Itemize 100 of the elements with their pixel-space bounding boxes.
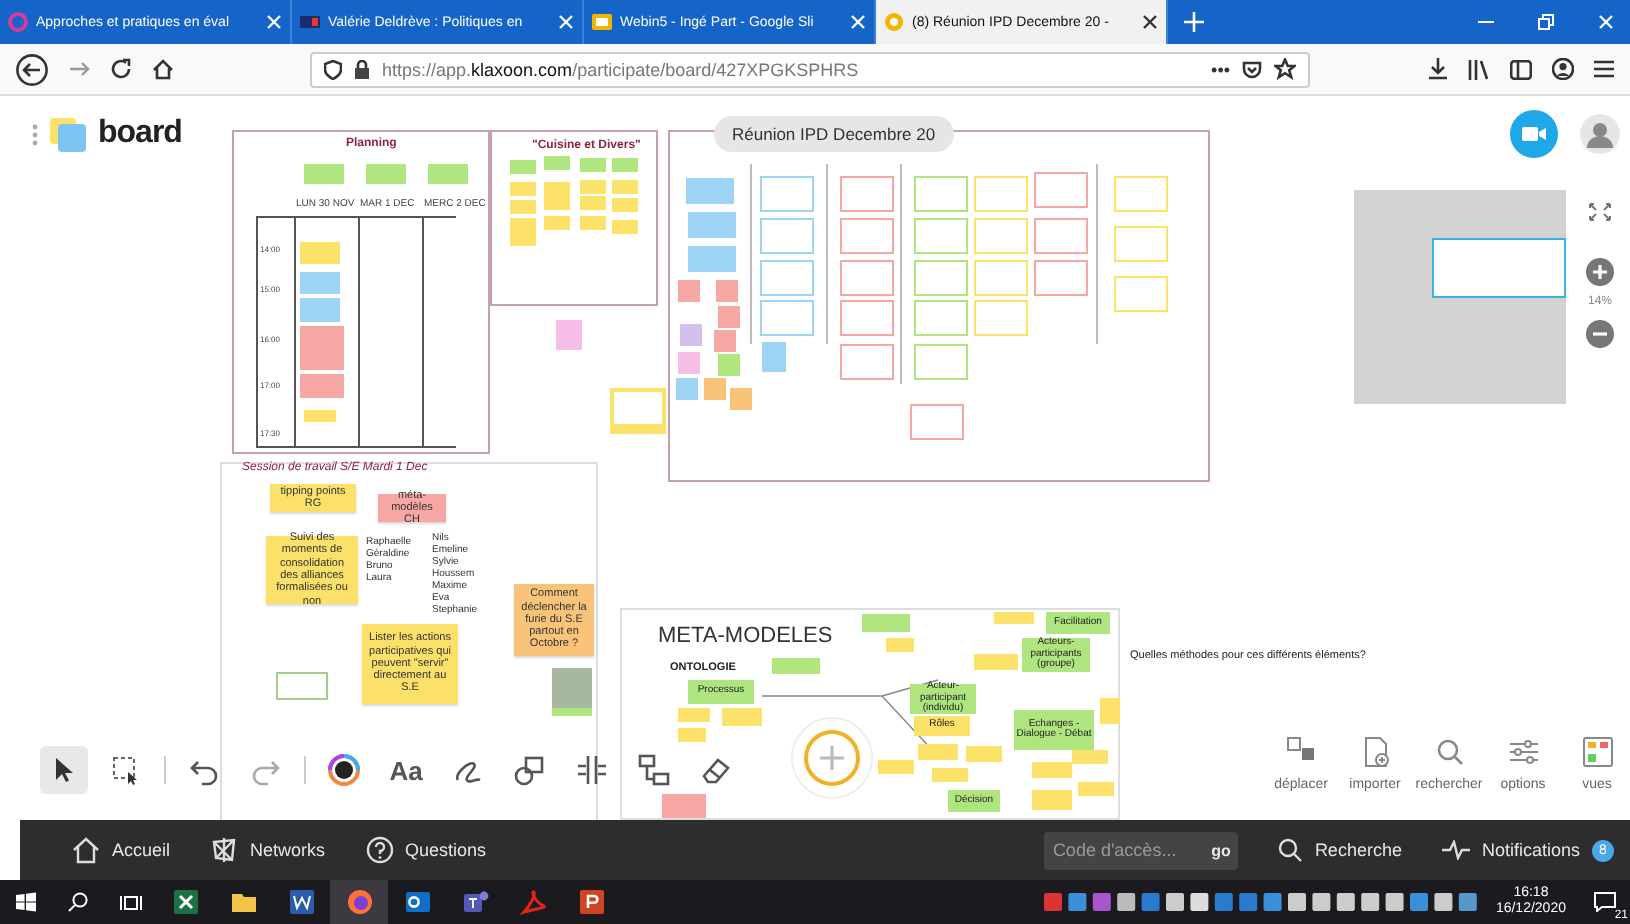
task-card[interactable] bbox=[914, 218, 968, 254]
task-card[interactable] bbox=[914, 300, 968, 336]
zoom-out-icon[interactable] bbox=[1586, 320, 1614, 348]
task-card[interactable] bbox=[840, 218, 894, 254]
task-card[interactable] bbox=[914, 176, 968, 212]
sticky-note[interactable] bbox=[580, 216, 606, 230]
sticky-note[interactable] bbox=[1100, 698, 1120, 724]
sticky-note[interactable] bbox=[994, 612, 1034, 624]
board-title[interactable]: Réunion IPD Decembre 20 bbox=[714, 116, 954, 152]
sticky-note[interactable] bbox=[510, 160, 536, 174]
address-bar[interactable]: https://app.klaxoon.com/participate/board/427XPGKSPHRS ••• bbox=[310, 51, 1310, 87]
sticky-note[interactable] bbox=[722, 708, 762, 726]
card-stack[interactable] bbox=[610, 388, 666, 434]
nav-link[interactable]: Questions bbox=[365, 836, 487, 864]
sticky-note[interactable] bbox=[688, 212, 736, 238]
sticky-note[interactable] bbox=[704, 378, 726, 400]
nav-link[interactable]: Networks bbox=[210, 836, 326, 864]
sticky-note[interactable] bbox=[718, 354, 740, 376]
sticky-note[interactable] bbox=[366, 164, 406, 184]
zoom-in-icon[interactable] bbox=[1586, 258, 1614, 286]
cursor-tool[interactable] bbox=[40, 746, 88, 794]
sticky-note[interactable] bbox=[510, 182, 536, 196]
pocket-icon[interactable] bbox=[1242, 59, 1262, 79]
sticky-note[interactable] bbox=[556, 320, 582, 350]
forward-icon[interactable] bbox=[68, 58, 90, 80]
sticky-note[interactable] bbox=[678, 352, 700, 374]
sticky-note[interactable] bbox=[966, 746, 1002, 762]
sticky-note[interactable] bbox=[300, 374, 344, 398]
sticky-note[interactable] bbox=[762, 342, 786, 372]
sticky-note[interactable] bbox=[886, 638, 914, 652]
sticky-note[interactable] bbox=[678, 728, 706, 742]
sticky-note[interactable] bbox=[678, 708, 710, 722]
task-card[interactable] bbox=[1034, 172, 1088, 208]
task-card[interactable] bbox=[1034, 260, 1088, 296]
sticky-note[interactable] bbox=[730, 388, 752, 410]
sticky-note[interactable] bbox=[304, 164, 344, 184]
download-icon[interactable] bbox=[1428, 58, 1448, 80]
sticky-note[interactable] bbox=[1078, 782, 1114, 796]
library-icon[interactable] bbox=[1468, 59, 1490, 79]
empty-note[interactable] bbox=[276, 672, 328, 700]
task-card[interactable] bbox=[974, 300, 1028, 336]
task-card[interactable] bbox=[760, 260, 814, 296]
search-link[interactable]: Recherche bbox=[1278, 838, 1402, 862]
task-card[interactable] bbox=[840, 260, 894, 296]
account-icon[interactable] bbox=[1552, 58, 1574, 80]
sticky-note[interactable] bbox=[304, 410, 336, 422]
sticky-note[interactable] bbox=[544, 216, 570, 230]
task-card[interactable] bbox=[760, 218, 814, 254]
sticky-note[interactable] bbox=[510, 232, 536, 246]
task-card[interactable] bbox=[1114, 276, 1168, 312]
sticky-note[interactable] bbox=[862, 614, 910, 632]
sticky-note[interactable] bbox=[300, 298, 340, 322]
access-code-field[interactable]: Code d'accès... go bbox=[1044, 831, 1239, 869]
sticky-note[interactable] bbox=[510, 200, 536, 214]
sticky-note[interactable] bbox=[1032, 790, 1072, 810]
sticky-note[interactable] bbox=[688, 246, 736, 272]
sticky-note[interactable] bbox=[544, 182, 570, 196]
home-icon[interactable] bbox=[152, 58, 174, 80]
task-card[interactable] bbox=[914, 344, 968, 380]
sticky-note[interactable] bbox=[718, 306, 740, 328]
sticky-note[interactable] bbox=[612, 198, 638, 212]
sticky-note[interactable] bbox=[612, 220, 638, 234]
task-card[interactable] bbox=[914, 260, 968, 296]
sticky-note[interactable] bbox=[1072, 750, 1108, 764]
sticky-note[interactable] bbox=[714, 330, 736, 352]
sticky-note[interactable] bbox=[300, 242, 340, 264]
task-card[interactable] bbox=[1114, 176, 1168, 212]
sticky-note[interactable] bbox=[612, 158, 638, 172]
nav-link[interactable]: Accueil bbox=[72, 836, 171, 864]
sticky-note[interactable] bbox=[918, 744, 958, 760]
sticky-note[interactable] bbox=[686, 178, 734, 204]
kanban-frame[interactable] bbox=[668, 130, 1210, 482]
sticky-note[interactable] bbox=[300, 326, 344, 370]
task-card[interactable] bbox=[974, 260, 1028, 296]
task-card[interactable] bbox=[1114, 226, 1168, 262]
menu-icon[interactable] bbox=[1594, 60, 1614, 78]
task-card[interactable] bbox=[840, 176, 894, 212]
fit-screen-icon[interactable] bbox=[1588, 202, 1612, 222]
sticky-note[interactable] bbox=[544, 196, 570, 210]
sticky-note[interactable] bbox=[878, 760, 914, 774]
task-card[interactable] bbox=[760, 300, 814, 336]
text-tool[interactable]: Aa bbox=[382, 746, 430, 794]
sticky-note[interactable] bbox=[678, 280, 700, 302]
task-card[interactable] bbox=[1034, 218, 1088, 254]
video-call-icon[interactable] bbox=[1510, 110, 1558, 158]
task-card[interactable] bbox=[974, 176, 1028, 212]
more-icon[interactable] bbox=[32, 123, 38, 145]
sticky-note[interactable] bbox=[772, 658, 820, 674]
minimap[interactable] bbox=[1354, 190, 1566, 404]
sticky-note[interactable] bbox=[300, 272, 340, 294]
sticky-note[interactable] bbox=[676, 378, 698, 400]
sticky-note[interactable] bbox=[612, 180, 638, 194]
star-icon[interactable] bbox=[1274, 58, 1296, 80]
page-actions-menu[interactable]: ••• bbox=[1211, 59, 1230, 79]
shield-icon[interactable] bbox=[324, 59, 342, 79]
go-button[interactable]: go bbox=[1211, 841, 1231, 859]
sticky-note[interactable] bbox=[932, 768, 968, 782]
sticky-note[interactable] bbox=[510, 218, 536, 232]
sticky-note[interactable] bbox=[544, 156, 570, 170]
sticky-note[interactable] bbox=[716, 280, 738, 302]
